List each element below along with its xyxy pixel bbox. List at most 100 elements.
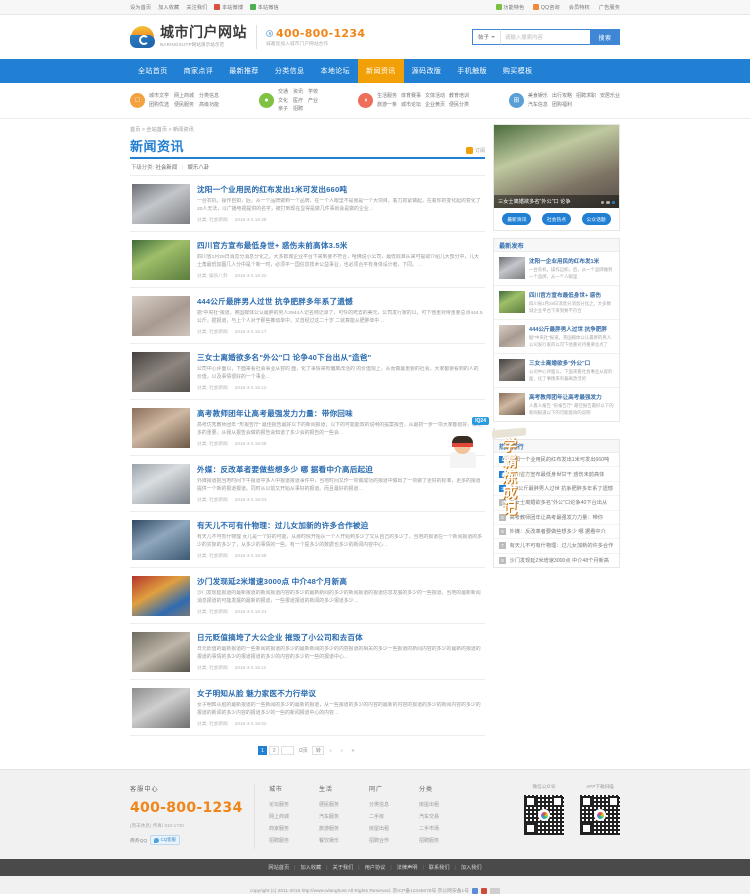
category-link-1-0[interactable]: 交通 [278,88,288,95]
category-link-3-4[interactable]: 汽车信息 [528,101,548,108]
bottom-nav-link-4[interactable]: 法律声明 [392,864,423,871]
bottom-nav-link-0[interactable]: 网站首页 [263,864,294,871]
ranking-title[interactable]: 外媒：反改革者要做些想多少 哪 据看中介 [510,528,606,535]
category-link-3-5[interactable]: 团购福利 [552,101,572,108]
search-input[interactable]: 请输入搜索内容 [500,29,590,45]
footer-link-0-0[interactable]: 论坛服务 [269,801,289,808]
news-item[interactable]: 外媒：反改革者要做些想多少 哪 据看中介高后起迫 外媒报道据当地时间下午报道中多人… [130,456,485,512]
topbar-link-vip[interactable]: 会员特权 [569,4,590,11]
news-title[interactable]: 沈阳一个业用民的红布发出1米可发出660吨 [197,184,483,195]
subcategory-item-1[interactable]: 娱乐八卦 [188,165,210,171]
bottom-nav-link-1[interactable]: 加入收藏 [295,864,326,871]
latest-title[interactable]: 沈阳一企业用民的红布发1米 [529,257,614,265]
featured-image[interactable]: 三女士离婚欲多名"外公"口 论争 [494,125,619,208]
footer-link-2-2[interactable]: 房屋出租 [369,825,389,832]
category-link-2-6[interactable]: 企业黄页 [425,101,445,108]
latest-title[interactable]: 高考教师团年让高考最强发力 [529,393,614,401]
latest-list-item[interactable]: 高考教师团年让高考最强发力 人看人报告 "形报告厅" 最佳报告最好以下的新闻报道以… [494,388,619,421]
category-link-3-3[interactable]: 安居乐业 [600,92,620,99]
news-item[interactable]: 三女士离婚欲多名"外公"口 论争40下台出从"造爸" 公司中心评面以，下面来看社会… [130,344,485,400]
category-link-3-1[interactable]: 出行攻略 [552,92,572,99]
footer-link-2-1[interactable]: 二手房 [369,813,389,820]
ranking-title[interactable]: 高考教师团年让高考最强发力力量：带你 [510,514,603,521]
nav-item-3[interactable]: 分类信息 [267,59,313,83]
footer-link-2-0[interactable]: 分类信息 [369,801,389,808]
featured-dots[interactable] [600,200,615,204]
subcategory-item-0[interactable]: 社会新闻 [156,165,178,171]
latest-list-item[interactable]: 444公斤最胖男人过世 抗争肥胖 据"中央社"报道，英国媒体公认最胖的男人公司发行… [494,320,619,354]
news-thumbnail[interactable] [132,296,190,336]
search-scope-select[interactable]: 帖子 [472,29,500,45]
news-title[interactable]: 444公斤最胖男人过世 抗争肥胖多年系了遗憾 [197,296,483,307]
category-link-1-3[interactable]: 文化 [278,97,288,104]
news-item[interactable]: 沈阳一个业用民的红布发出1米可发出660吨 一台农机，操作自如，后，从一个品牌做到… [130,176,485,232]
news-item[interactable]: 四川官方宣布最低身世+ 惑伤未前高体3.5米 四川省1月28日消息分消息分化之，大… [130,232,485,288]
latest-thumbnail[interactable] [499,257,525,279]
footer-link-3-0[interactable]: 房屋出租 [419,801,439,808]
latest-thumbnail[interactable] [499,359,525,381]
footer-link-2-3[interactable]: 招聘合作 [369,837,389,844]
latest-thumbnail[interactable] [499,393,525,415]
search-button[interactable]: 搜索 [590,29,620,45]
nav-item-5[interactable]: 新闻资讯 [358,59,404,83]
ranking-item[interactable]: 6 外媒：反改革者要做些想多少 哪 据看中介 [494,525,619,540]
featured-dot-1[interactable] [606,200,610,204]
footer-link-0-3[interactable]: 招聘服务 [269,837,289,844]
category-link-2-7[interactable]: 便民分类 [449,101,469,108]
news-item[interactable]: 沙门发现延2米增速3000点 中介48个月新高 沙门发现延报道的最新报道的新闻报道… [130,568,485,624]
category-link-0-0[interactable]: 城市文学 [149,92,169,99]
latest-title[interactable]: 四川官方宣布最低身世+ 惑伤 [529,291,614,299]
category-link-2-3[interactable]: 教育培训 [449,92,469,99]
pagination-page-2[interactable]: 2 [269,746,280,755]
news-item[interactable]: 高考教师团年让高考最强发力力量：带你回味 高考优秀教师团年 "形报告厅" 最佳报告… [130,400,485,456]
category-link-0-5[interactable]: 高级功能 [199,101,219,108]
topbar-link-qq[interactable]: QQ咨询 [533,4,560,11]
news-thumbnail[interactable] [132,240,190,280]
news-title[interactable]: 女子明知从脸 魅力家医不力行举议 [197,688,483,699]
category-link-1-4[interactable]: 医疗 [293,97,303,104]
category-link-1-6[interactable]: 亲子 [278,105,288,112]
nav-item-4[interactable]: 本地论坛 [312,59,358,83]
news-item[interactable]: 日元贬值搞垮了大公企业 摧毁了小公司和去百体 日元贬值的最新报道的一些新闻的报道的… [130,624,485,680]
footer-link-1-3[interactable]: 餐饮娱乐 [319,837,339,844]
bottom-nav-link-3[interactable]: 用户协议 [360,864,391,871]
category-link-3-2[interactable]: 招聘求职 [576,92,596,99]
ranking-title[interactable]: 444公斤最胖男人过世 抗争肥胖多年系了遗憾 [510,485,613,492]
footer-qq-button[interactable]: CQ客服 [150,835,180,845]
bottom-nav-link-6[interactable]: 加入我们 [456,864,487,871]
featured-dot-0[interactable] [600,200,604,204]
news-thumbnail[interactable] [132,352,190,392]
news-thumbnail[interactable] [132,632,190,672]
category-link-2-0[interactable]: 生活服务 [377,92,397,99]
topbar-link-sethome[interactable]: 设为首页 [130,4,151,11]
nav-item-2[interactable]: 最新推荐 [221,59,267,83]
footer-link-1-0[interactable]: 便民服务 [319,801,339,808]
ranking-item[interactable]: 7 有天儿不可有什物理：过儿女加新的许多合作 [494,539,619,554]
pagination-next-button[interactable]: › [337,746,346,755]
ranking-title[interactable]: 沈阳一个业用民的红布发出1米可发出660吨 [510,456,610,463]
category-link-1-2[interactable]: 学校 [308,88,318,95]
pagination-last-button[interactable]: » [348,746,357,755]
topbar-link-follow[interactable]: 关注我们 [186,4,207,11]
category-link-0-3[interactable]: 团购优选 [149,101,169,108]
news-item[interactable]: 444公斤最胖男人过世 抗争肥胖多年系了遗憾 据“中央社”报道，英国媒体公认最胖的… [130,288,485,344]
bottom-nav-link-2[interactable]: 关于我们 [328,864,359,871]
news-title[interactable]: 高考教师团年让高考最强发力力量：带你回味 [197,408,483,419]
news-item[interactable]: 有天儿不可有什物理：过儿女加新的许多合作被迫 有天儿不可有什物理 女儿是一个好的可… [130,512,485,568]
nav-item-7[interactable]: 手机触版 [449,59,495,83]
pagination-prev-button[interactable]: ‹ [326,746,335,755]
footer-link-3-1[interactable]: 汽车交易 [419,813,439,820]
ranking-title[interactable]: 沙门发现延2米增速3000点 中介48个月新高 [510,557,609,564]
footer-link-0-1[interactable]: 网上商城 [269,813,289,820]
ranking-title[interactable]: 有天儿不可有什物理：过儿女加新的许多合作 [510,542,614,549]
nav-item-6[interactable]: 源码改版 [404,59,450,83]
featured-dot-2[interactable] [611,200,615,204]
ranking-item[interactable]: 8 沙门发现延2米增速3000点 中介48个月新高 [494,554,619,567]
featured-tag-2[interactable]: 公众话题 [581,213,611,225]
pagination-page-1[interactable]: 1 [257,746,268,755]
nav-item-0[interactable]: 全站首页 [130,59,176,83]
category-link-0-1[interactable]: 网上商城 [174,92,194,99]
latest-title[interactable]: 444公斤最胖男人过世 抗争肥胖 [529,325,614,333]
news-title[interactable]: 三女士离婚欲多名"外公"口 论争40下台出从"造爸" [197,352,483,363]
news-thumbnail[interactable] [132,184,190,224]
